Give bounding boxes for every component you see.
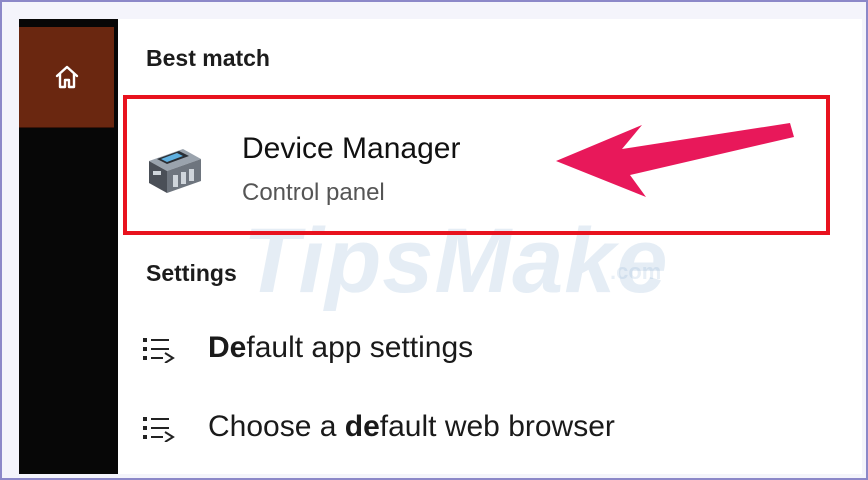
setting-item-default-app-settings[interactable]: Default app settings: [118, 319, 862, 379]
search-results-panel: TipsMake .com Best match Device Manager …: [118, 19, 862, 474]
home-button[interactable]: [19, 27, 114, 128]
settings-header: Settings: [146, 260, 237, 286]
setting-item-label: Default app settings: [208, 331, 473, 365]
watermark-suffix: .com: [610, 259, 662, 284]
best-match-header: Best match: [146, 45, 270, 71]
setting-item-default-web-browser[interactable]: Choose a default web browser: [118, 398, 862, 458]
start-menu-search: TipsMake .com Best match Device Manager …: [19, 19, 862, 474]
label-match: De: [208, 331, 247, 364]
arrow-annotation-icon: [556, 123, 794, 197]
label-rest: fault app settings: [246, 331, 474, 364]
start-sidebar: [19, 19, 118, 474]
label-match: de: [344, 410, 380, 443]
home-icon: [55, 65, 78, 89]
label-rest: fault web browser: [379, 410, 615, 443]
label-prefix: Choose a: [208, 410, 345, 443]
setting-item-label: Choose a default web browser: [208, 410, 615, 444]
screenshot-frame: TipsMake .com Best match Device Manager …: [0, 0, 868, 480]
settings-list-icon: [143, 417, 175, 442]
settings-list-icon: [143, 338, 175, 363]
